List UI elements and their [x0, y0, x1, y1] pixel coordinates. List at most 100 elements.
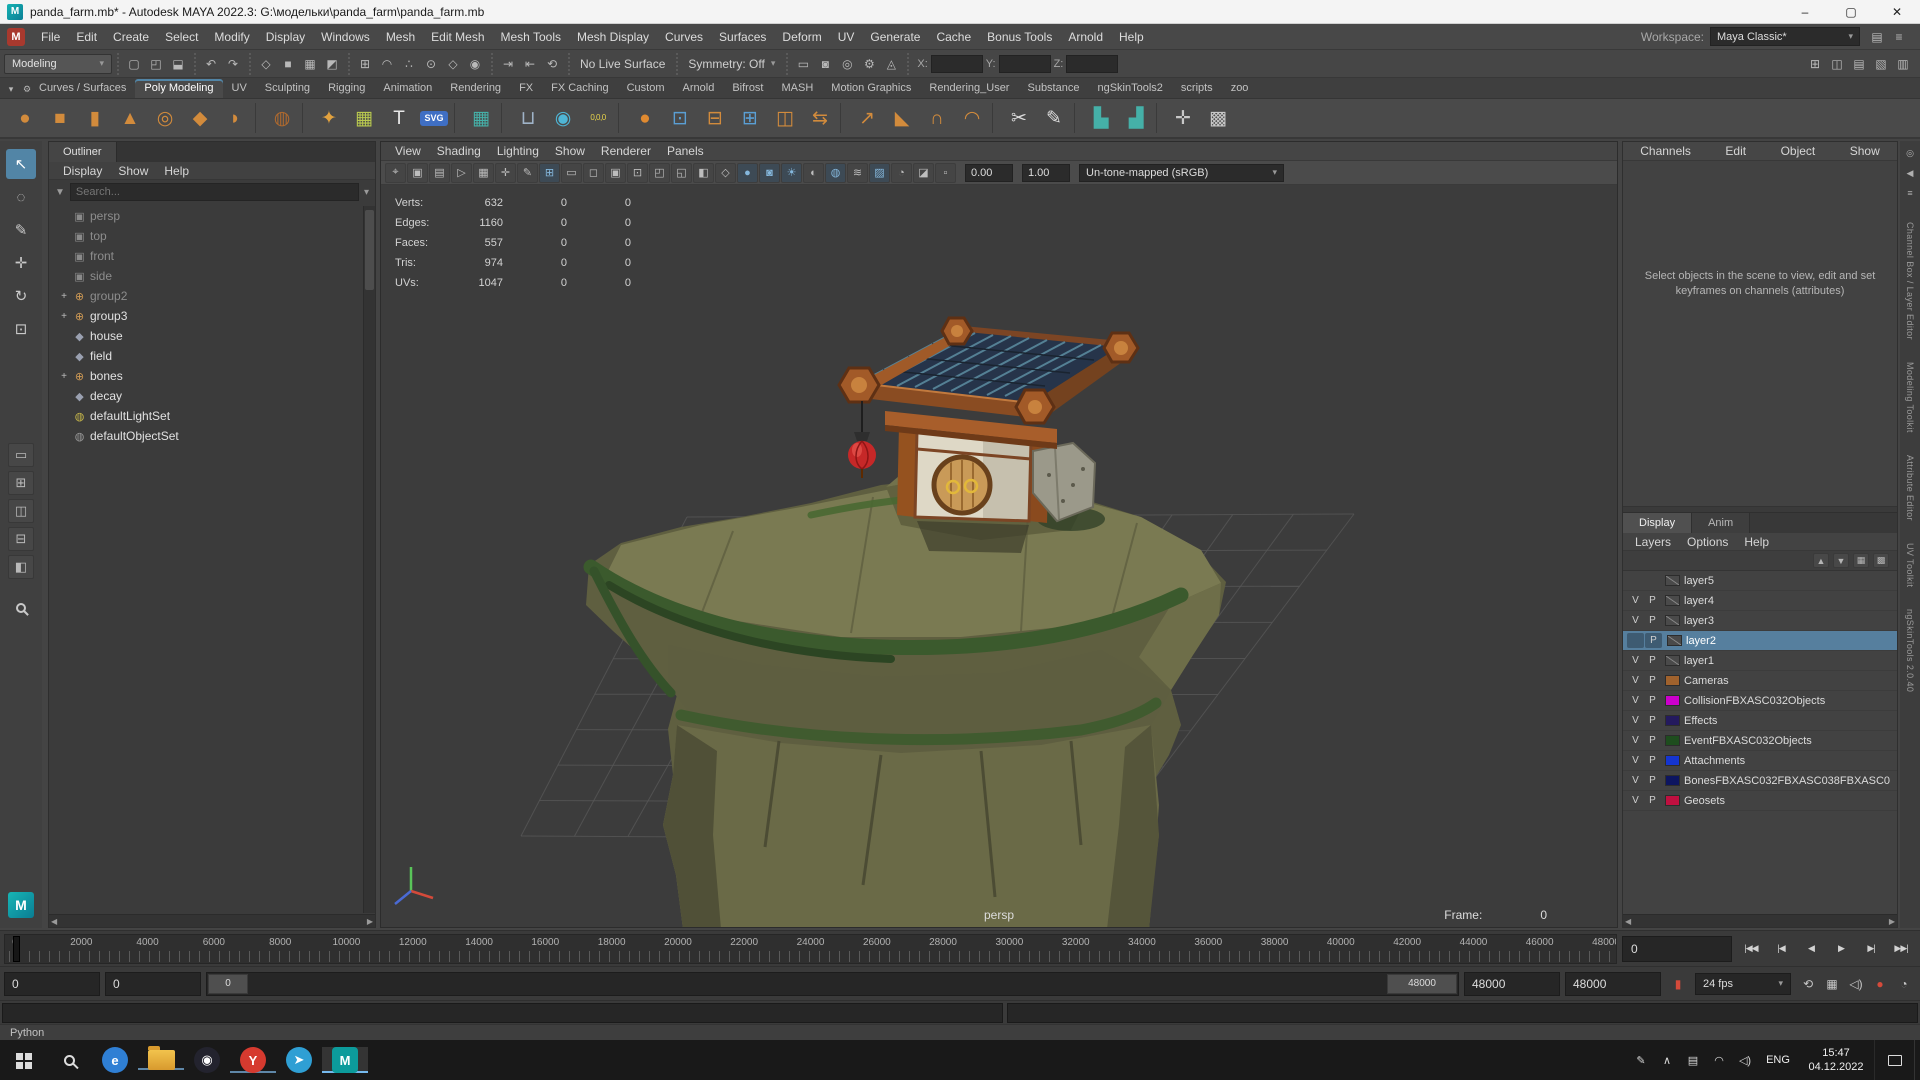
menu-item[interactable]: Edit: [68, 24, 105, 49]
volume-tray-icon[interactable]: ◁): [1732, 1054, 1758, 1067]
menu-item[interactable]: Deform: [774, 24, 829, 49]
north-axis-tool[interactable]: ✛: [1166, 101, 1200, 135]
2d-pan-zoom-icon[interactable]: ✛: [495, 163, 516, 183]
outliner-menu-item[interactable]: Help: [156, 164, 197, 178]
hidden-icons-chevron[interactable]: ∧: [1654, 1054, 1680, 1067]
show-tool-settings-icon[interactable]: ▧: [1870, 53, 1892, 75]
statusline-separator[interactable]: [246, 53, 253, 75]
layer-color-swatch[interactable]: [1665, 695, 1680, 706]
grid-toggle-icon[interactable]: ⊞: [539, 163, 560, 183]
animation-start-field[interactable]: 0: [4, 972, 100, 996]
xray-icon[interactable]: ▫: [935, 163, 956, 183]
layer-editor-menu-item[interactable]: Help: [1736, 535, 1777, 549]
layout-two-pane-side[interactable]: ◫: [8, 499, 34, 523]
open-scene-icon[interactable]: ◰: [145, 53, 167, 75]
shelf-menu-icon[interactable]: ▾: [4, 82, 18, 96]
pin-panel-icon[interactable]: ◎: [1902, 145, 1918, 161]
channel-box-menu-item[interactable]: Edit: [1717, 144, 1754, 158]
layer-move-down-icon[interactable]: ▼: [1833, 553, 1849, 568]
taskbar-search-button[interactable]: [46, 1040, 92, 1080]
move-tool[interactable]: ✛: [6, 248, 36, 278]
layer-row[interactable]: V P CollisionFBXASC032Objects: [1623, 691, 1897, 711]
platonic-solid-tool[interactable]: ◍: [265, 101, 299, 135]
menu-item[interactable]: Modify: [206, 24, 257, 49]
remesh-tool[interactable]: ▦: [347, 101, 381, 135]
layer-color-swatch[interactable]: [1665, 775, 1680, 786]
open-render-view-icon[interactable]: ▭: [792, 53, 814, 75]
construction-history-icon[interactable]: ⟲: [541, 53, 563, 75]
layer-row[interactable]: P layer2: [1623, 631, 1897, 651]
viewport-menu-item[interactable]: Panels: [659, 144, 712, 158]
type-tool[interactable]: T: [382, 101, 416, 135]
menu-item[interactable]: Cache: [928, 24, 979, 49]
layer-visibility-toggle[interactable]: V: [1627, 673, 1644, 688]
shelf-tab[interactable]: Rendering_User: [920, 79, 1018, 98]
maya-home-icon[interactable]: M: [7, 28, 25, 46]
make-object-live-icon[interactable]: ◉: [464, 53, 486, 75]
layer-row[interactable]: V P Geosets: [1623, 791, 1897, 811]
layer-playback-toggle[interactable]: P: [1645, 633, 1662, 648]
scroll-left-arrow[interactable]: ◀: [1625, 917, 1631, 926]
menu-item[interactable]: Windows: [313, 24, 378, 49]
current-time-indicator[interactable]: [13, 936, 20, 962]
channel-box-menu-item[interactable]: Show: [1842, 144, 1888, 158]
scrollbar-thumb[interactable]: [365, 210, 374, 290]
go-to-end-button[interactable]: ▶▶|: [1886, 935, 1916, 963]
channel-box-menu-item[interactable]: Channels: [1632, 144, 1699, 158]
mirror-tool[interactable]: ⇆: [803, 101, 837, 135]
minimize-button[interactable]: –: [1782, 0, 1828, 23]
poly-disc-tool[interactable]: ◗: [218, 101, 252, 135]
select-tool[interactable]: ↖: [6, 149, 36, 179]
curve-star-tool[interactable]: ✦: [312, 101, 346, 135]
motion-blur-icon[interactable]: ≋: [847, 163, 868, 183]
layer-playback-toggle[interactable]: [1644, 573, 1661, 588]
scroll-left-arrow[interactable]: ◀: [51, 917, 57, 926]
shelf-tab[interactable]: Rendering: [441, 79, 510, 98]
layer-color-swatch[interactable]: [1665, 615, 1680, 626]
menu-item[interactable]: Surfaces: [711, 24, 774, 49]
menu-item[interactable]: UV: [830, 24, 863, 49]
maximize-button[interactable]: ▢: [1828, 0, 1874, 23]
layer-visibility-toggle[interactable]: [1627, 573, 1644, 588]
step-forward-frame-button[interactable]: ▶|: [1856, 935, 1886, 963]
poly-plane-tool[interactable]: ◆: [183, 101, 217, 135]
redo-icon[interactable]: ↷: [222, 53, 244, 75]
snap-to-point-icon[interactable]: ∴: [398, 53, 420, 75]
layer-row[interactable]: V P Attachments: [1623, 751, 1897, 771]
timeline-track[interactable]: 0200040006000800010000120001400016000180…: [4, 934, 1617, 964]
bridge-tool[interactable]: ∩: [920, 101, 954, 135]
layer-color-swatch[interactable]: [1665, 755, 1680, 766]
layer-editor-menu-item[interactable]: Layers: [1627, 535, 1679, 549]
add-time-bookmark-button[interactable]: ▮: [1666, 972, 1690, 996]
multisample-aa-icon[interactable]: ▨: [869, 163, 890, 183]
save-workspace-icon[interactable]: ▤: [1866, 26, 1888, 48]
expand-toggle-icon[interactable]: +: [57, 291, 71, 302]
layer-row[interactable]: V P Effects: [1623, 711, 1897, 731]
shelf-tab[interactable]: UV: [223, 79, 256, 98]
taskbar-clock[interactable]: 15:47 04.12.2022: [1798, 1040, 1874, 1080]
fill-icon[interactable]: ◧: [693, 163, 714, 183]
gamma-field[interactable]: 1.00: [1022, 164, 1070, 182]
sidebar-vertical-tab[interactable]: Attribute Editor: [1905, 455, 1915, 521]
statusline-separator[interactable]: [114, 53, 121, 75]
step-back-frame-button[interactable]: |◀: [1766, 935, 1796, 963]
filter-icon[interactable]: ▼: [55, 187, 65, 198]
render-current-frame-icon[interactable]: ◙: [814, 53, 836, 75]
layer-color-swatch[interactable]: [1665, 735, 1680, 746]
paint-select-tool[interactable]: ✎: [6, 215, 36, 245]
bookmark-view-icon[interactable]: ▷: [451, 163, 472, 183]
shelf-tab[interactable]: FX: [510, 79, 542, 98]
menu-item[interactable]: Help: [1111, 24, 1152, 49]
layer-color-swatch[interactable]: [1665, 595, 1680, 606]
film-gate-icon[interactable]: ▭: [561, 163, 582, 183]
scroll-right-arrow[interactable]: ▶: [1889, 917, 1895, 926]
statusline-separator[interactable]: [488, 53, 495, 75]
range-end-handle[interactable]: 48000: [1387, 974, 1457, 994]
layer-editor-horizontal-scrollbar[interactable]: ◀▶: [1623, 914, 1897, 927]
animation-preferences-button[interactable]: ◔: [1892, 972, 1916, 996]
layer-playback-toggle[interactable]: P: [1644, 693, 1661, 708]
sidebar-vertical-tab[interactable]: UV Toolkit: [1905, 543, 1915, 587]
select-hierarchy-icon[interactable]: ◇: [255, 53, 277, 75]
outliner-search-input[interactable]: [70, 183, 359, 201]
statusline-separator[interactable]: [345, 53, 352, 75]
